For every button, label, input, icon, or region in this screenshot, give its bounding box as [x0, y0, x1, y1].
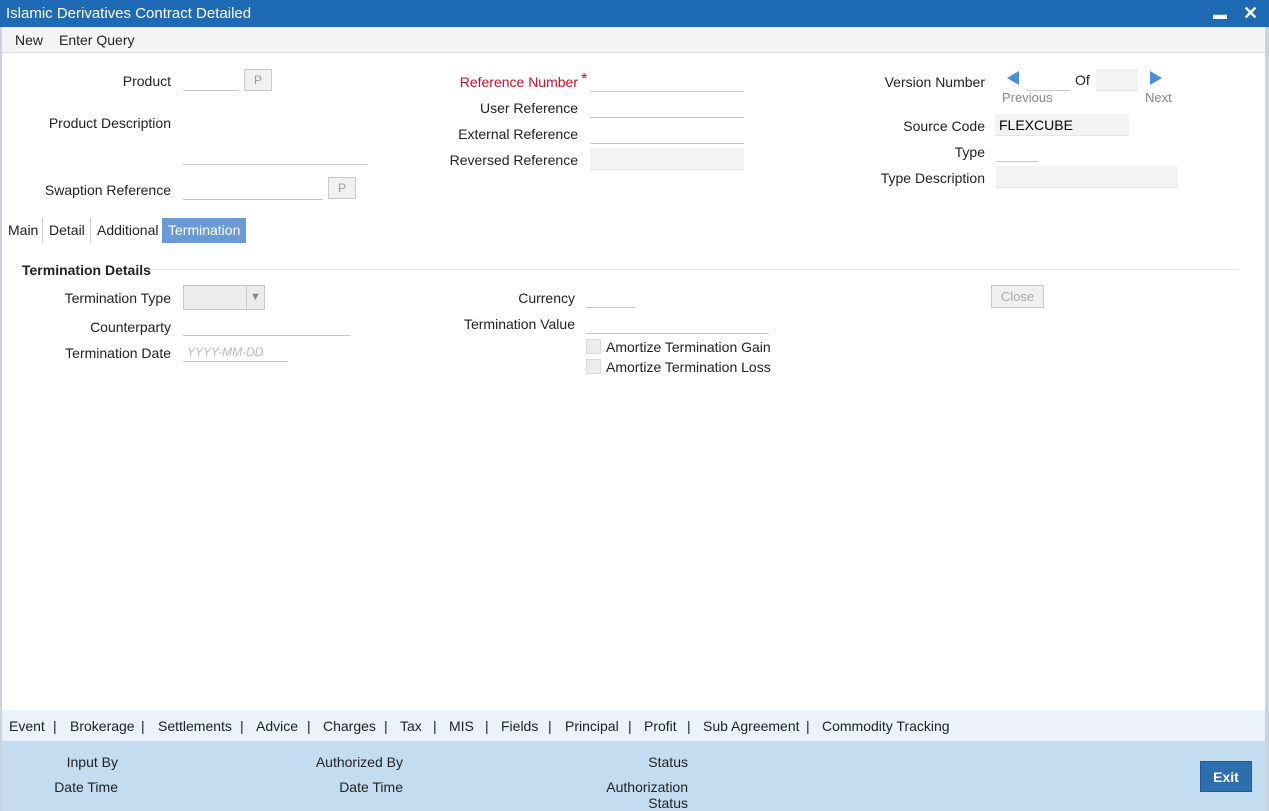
- previous-link[interactable]: Previous: [1002, 90, 1053, 105]
- menu-enter-query[interactable]: Enter Query: [59, 32, 134, 48]
- subscreen-principal[interactable]: Principal: [565, 718, 619, 734]
- separator: |: [806, 718, 810, 734]
- subscreen-mis[interactable]: MIS: [449, 718, 474, 734]
- swaption-reference-label: Swaption Reference: [44, 182, 171, 198]
- audit-footer: Input By Date Time Authorized By Date Ti…: [2, 741, 1265, 811]
- subscreen-tax[interactable]: Tax: [400, 718, 422, 734]
- subscreen-advice[interactable]: Advice: [256, 718, 298, 734]
- termination-details-title: Termination Details: [22, 262, 151, 278]
- product-lookup-button[interactable]: P: [244, 69, 272, 91]
- tab-detail[interactable]: Detail: [42, 218, 91, 243]
- termination-date-label: Termination Date: [65, 345, 171, 361]
- authorization-status-label: Status: [648, 795, 688, 811]
- user-reference-input[interactable]: [590, 96, 744, 118]
- type-input[interactable]: [996, 140, 1038, 162]
- chevron-down-icon[interactable]: ▼: [246, 286, 264, 309]
- subscreen-brokerage[interactable]: Brokerage: [70, 718, 135, 734]
- counterparty-input[interactable]: [183, 314, 351, 336]
- reference-number-label: Reference Number: [460, 74, 578, 90]
- type-description-label: Type Description: [880, 170, 985, 186]
- termination-value-input[interactable]: [586, 312, 769, 334]
- reference-number-input[interactable]: [590, 70, 744, 92]
- product-description-label: Product Description: [48, 115, 171, 131]
- close-icon[interactable]: ✕: [1243, 3, 1258, 24]
- subscreen-profit[interactable]: Profit: [644, 718, 677, 734]
- termination-value-label: Termination Value: [463, 316, 575, 332]
- reversed-reference-input: [590, 148, 744, 170]
- tab-main[interactable]: Main: [2, 218, 44, 243]
- status-label: Status: [648, 754, 688, 770]
- subscreen-bar: Event | Brokerage | Settlements | Advice…: [2, 710, 1265, 741]
- termination-type-select[interactable]: ▼: [183, 285, 265, 310]
- amortize-loss-label: Amortize Termination Loss: [606, 359, 771, 375]
- input-by-label: Input By: [66, 754, 118, 770]
- separator: |: [485, 718, 489, 734]
- separator: |: [307, 718, 311, 734]
- window-frame-left: [0, 27, 2, 811]
- subscreen-settlements[interactable]: Settlements: [158, 718, 232, 734]
- counterparty-label: Counterparty: [90, 319, 171, 335]
- termination-date-input[interactable]: [183, 340, 288, 362]
- section-divider: [150, 269, 1238, 270]
- required-marker: *: [581, 71, 588, 88]
- version-total-input: [1096, 69, 1138, 91]
- separator: |: [433, 718, 437, 734]
- next-link[interactable]: Next: [1145, 90, 1172, 105]
- of-label: Of: [1075, 72, 1090, 88]
- authorized-by-label: Authorized By: [315, 754, 403, 770]
- authorization-label: Authorization: [606, 779, 688, 795]
- window-title-bar: Islamic Derivatives Contract Detailed ▬ …: [0, 0, 1269, 27]
- subscreen-charges[interactable]: Charges: [323, 718, 376, 734]
- menu-new[interactable]: New: [15, 32, 43, 48]
- separator: |: [687, 718, 691, 734]
- separator: |: [548, 718, 552, 734]
- swaption-reference-input[interactable]: [183, 178, 323, 200]
- window-title: Islamic Derivatives Contract Detailed: [6, 5, 252, 22]
- subscreen-commodity-tracking[interactable]: Commodity Tracking: [822, 718, 950, 734]
- swaption-lookup-button[interactable]: P: [328, 177, 356, 199]
- reference-number-label-text: Reference Number: [459, 74, 578, 90]
- product-description-input[interactable]: [183, 143, 368, 165]
- external-reference-label: External Reference: [458, 126, 578, 142]
- separator: |: [53, 718, 57, 734]
- type-label: Type: [954, 144, 985, 160]
- reversed-reference-label: Reversed Reference: [449, 152, 578, 168]
- previous-arrow-icon[interactable]: [1007, 71, 1019, 85]
- separator: |: [141, 718, 145, 734]
- currency-label: Currency: [518, 290, 575, 306]
- close-button[interactable]: Close: [991, 285, 1044, 308]
- next-arrow-icon[interactable]: [1150, 71, 1162, 85]
- subscreen-sub-agreement[interactable]: Sub Agreement: [703, 718, 800, 734]
- version-number-input[interactable]: [1026, 69, 1070, 91]
- external-reference-input[interactable]: [590, 122, 744, 144]
- currency-input[interactable]: [586, 286, 636, 308]
- product-input[interactable]: [183, 69, 239, 91]
- tab-additional[interactable]: Additional: [90, 218, 165, 243]
- amortize-loss-checkbox[interactable]: [586, 359, 601, 374]
- termination-type-label: Termination Type: [64, 290, 171, 306]
- window-frame-right: [1265, 27, 1269, 811]
- user-reference-label: User Reference: [479, 100, 578, 116]
- source-code-label: Source Code: [903, 118, 985, 134]
- source-code-input: [995, 114, 1129, 136]
- product-label: Product: [122, 73, 171, 89]
- exit-button[interactable]: Exit: [1200, 761, 1252, 792]
- subscreen-event[interactable]: Event: [9, 718, 45, 734]
- minimize-icon[interactable]: ▬: [1213, 6, 1227, 22]
- version-number-label: Version Number: [884, 74, 985, 90]
- amortize-gain-checkbox[interactable]: [586, 339, 601, 354]
- menu-bar: New Enter Query: [2, 27, 1265, 53]
- separator: |: [628, 718, 632, 734]
- separator: |: [240, 718, 244, 734]
- date-time-label-1: Date Time: [54, 779, 118, 795]
- tab-termination[interactable]: Termination: [162, 218, 247, 243]
- date-time-label-2: Date Time: [339, 779, 403, 795]
- type-description-input: [996, 166, 1178, 188]
- separator: |: [384, 718, 388, 734]
- amortize-gain-label: Amortize Termination Gain: [606, 339, 771, 355]
- subscreen-fields[interactable]: Fields: [501, 718, 538, 734]
